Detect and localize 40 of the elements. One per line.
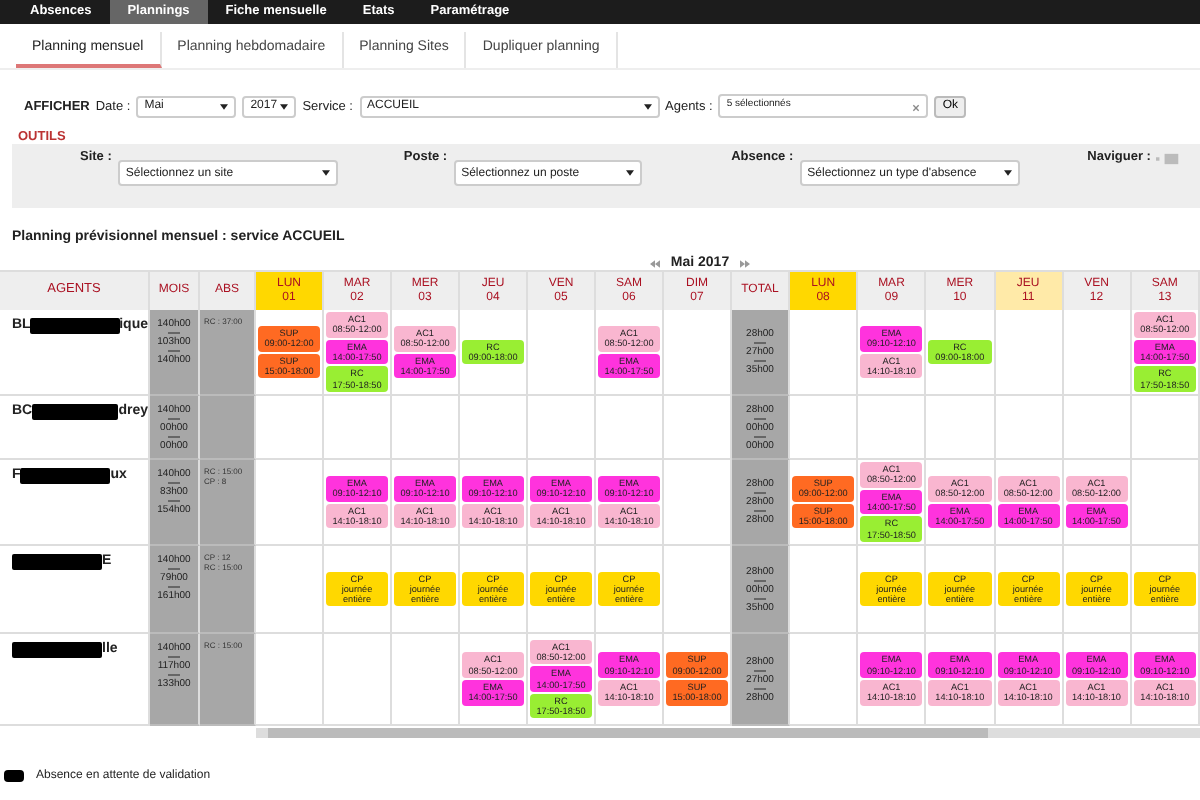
day-cell[interactable] [392, 396, 460, 460]
day-cell[interactable] [596, 396, 664, 460]
caret-icon [321, 170, 330, 176]
day-cell[interactable] [256, 460, 324, 546]
day-cell[interactable] [995, 310, 1064, 396]
redaction-bar [32, 404, 119, 420]
redaction-bar [12, 642, 102, 658]
caret-icon [280, 103, 289, 109]
previous-icon[interactable] [650, 259, 661, 267]
day-cell[interactable] [528, 396, 596, 460]
scrollbar[interactable] [256, 728, 1200, 738]
clear-icon[interactable] [912, 103, 921, 111]
day-cell[interactable] [790, 546, 859, 634]
day-cell[interactable] [995, 396, 1064, 460]
day-cell[interactable] [324, 634, 392, 726]
day-cell[interactable] [790, 396, 859, 460]
caret-icon [220, 103, 229, 109]
caret-icon [643, 103, 651, 109]
redaction-bar [20, 468, 111, 484]
redaction-bar [30, 318, 120, 334]
day-cell[interactable] [392, 634, 460, 726]
day-cell[interactable] [256, 546, 324, 634]
next-icon[interactable] [739, 259, 750, 267]
day-cell[interactable] [1131, 396, 1200, 460]
caret-icon [625, 170, 634, 176]
day-cell[interactable] [790, 634, 859, 726]
day-cell[interactable] [324, 396, 392, 460]
redaction-bar [12, 554, 102, 570]
day-cell[interactable] [256, 396, 324, 460]
day-cell[interactable] [926, 396, 995, 460]
caret-icon [1003, 170, 1012, 176]
toggle-icon[interactable] [1156, 152, 1181, 166]
day-cell[interactable] [858, 396, 927, 460]
day-cell[interactable] [528, 310, 596, 396]
day-cell[interactable] [1131, 460, 1200, 546]
day-cell[interactable] [460, 396, 528, 460]
day-cell[interactable] [1063, 396, 1132, 460]
day-cell[interactable] [256, 634, 324, 726]
day-cell[interactable] [1063, 310, 1132, 396]
day-cell[interactable] [790, 310, 859, 396]
